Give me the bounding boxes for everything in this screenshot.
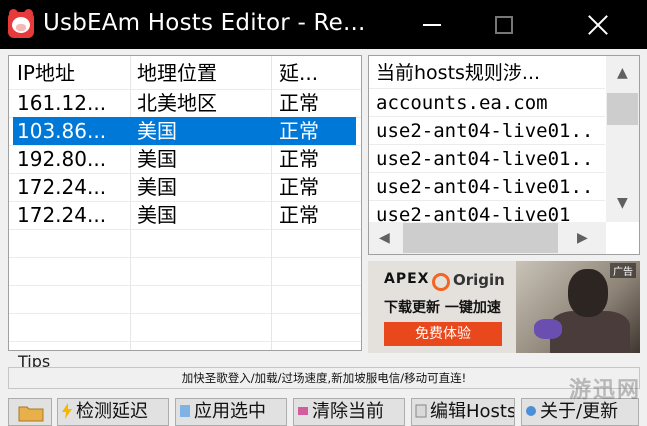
apex-logo: APEX	[384, 271, 430, 287]
window-title: UsbEAm Hosts Editor - Re...	[43, 10, 366, 36]
location-cell: 美国	[137, 203, 177, 227]
table-row-selected[interactable]: 103.86... 美国 正常	[9, 117, 361, 145]
ip-cell: 172.24...	[17, 203, 107, 227]
ad-banner[interactable]: APEX Origin 下载更新 一键加速 免费体验 广告	[368, 261, 640, 353]
latency-cell: 正常	[279, 203, 319, 227]
eraser-icon	[298, 407, 308, 415]
latency-cell: 正常	[279, 147, 319, 171]
rules-header: 当前hosts规则涉...	[376, 62, 541, 84]
table-row[interactable]: 172.24... 美国 正常	[9, 201, 361, 229]
tips-message: 加快圣歌登入/加载/过场速度,新加坡服电信/移动可直连!	[8, 367, 640, 389]
apply-selected-button[interactable]: 应用选中	[175, 398, 287, 426]
horizontal-scrollbar[interactable]: ◀ ▶	[369, 222, 606, 254]
table-row[interactable]: 172.24... 美国 正常	[9, 173, 361, 201]
scroll-right-icon[interactable]: ▶	[577, 231, 588, 245]
table-row[interactable]: 192.80... 美国 正常	[9, 145, 361, 173]
test-latency-button[interactable]: 检测延迟	[57, 398, 169, 426]
origin-brand: Origin	[453, 271, 505, 289]
ip-list-view[interactable]: IP地址 地理位置 延... 161.12... 北美地区 正常 103.86.…	[8, 55, 362, 351]
ip-cell: 172.24...	[17, 175, 107, 199]
edit-icon	[415, 404, 427, 418]
list-header: IP地址 地理位置 延...	[9, 59, 361, 87]
scroll-left-icon[interactable]: ◀	[379, 231, 390, 245]
column-header-location[interactable]: 地理位置	[137, 59, 277, 87]
location-cell: 美国	[137, 119, 177, 143]
folder-button[interactable]	[8, 398, 52, 426]
scroll-up-icon[interactable]: ▲	[617, 66, 628, 80]
ad-slogan: 下载更新 一键加速	[384, 300, 501, 316]
location-cell: 美国	[137, 175, 177, 199]
free-trial-button[interactable]: 免费体验	[384, 322, 502, 346]
column-header-ip[interactable]: IP地址	[17, 59, 135, 87]
title-bar[interactable]: UsbEAm Hosts Editor - Re...	[0, 0, 647, 49]
site-watermark: 游迅网	[568, 378, 641, 403]
vertical-scrollbar[interactable]: ▲ ▼	[606, 56, 639, 222]
lightning-icon	[62, 403, 72, 419]
ip-cell: 161.12...	[17, 91, 107, 115]
info-icon	[526, 406, 536, 416]
apply-icon	[180, 405, 190, 417]
scroll-down-icon[interactable]: ▼	[617, 196, 628, 210]
maximize-button[interactable]	[480, 0, 527, 49]
ip-cell: 192.80...	[17, 147, 107, 171]
table-row[interactable]: 161.12... 北美地区 正常	[9, 89, 361, 117]
rule-item[interactable]: use2-ant04-live01..	[376, 117, 593, 145]
latency-cell: 正常	[279, 91, 319, 115]
latency-cell: 正常	[279, 175, 319, 199]
rule-item[interactable]: use2-ant04-live01..	[376, 173, 593, 201]
rule-item[interactable]: use2-ant04-live01..	[376, 145, 593, 173]
ad-tag: 广告	[610, 263, 636, 278]
minimize-button[interactable]	[408, 0, 455, 49]
vertical-scroll-thumb[interactable]	[607, 93, 638, 125]
maximize-icon	[494, 15, 513, 34]
column-header-latency[interactable]: 延...	[279, 59, 361, 87]
horizontal-scroll-thumb[interactable]	[403, 223, 558, 253]
close-icon	[587, 14, 609, 36]
rule-item[interactable]: accounts.ea.com	[376, 89, 548, 117]
clear-current-button[interactable]: 清除当前	[293, 398, 405, 426]
location-cell: 北美地区	[137, 91, 217, 115]
ip-cell: 103.86...	[17, 119, 107, 143]
folder-icon	[18, 406, 44, 422]
close-button[interactable]	[574, 0, 621, 49]
minimize-icon	[422, 23, 441, 26]
latency-cell: 正常	[279, 119, 319, 143]
hosts-rules-list[interactable]: 当前hosts规则涉... accounts.ea.com use2-ant04…	[368, 55, 640, 255]
location-cell: 美国	[137, 147, 177, 171]
app-pig-icon	[8, 9, 34, 38]
origin-logo-icon	[432, 273, 450, 291]
edit-hosts-button[interactable]: 编辑Hosts	[411, 398, 515, 426]
